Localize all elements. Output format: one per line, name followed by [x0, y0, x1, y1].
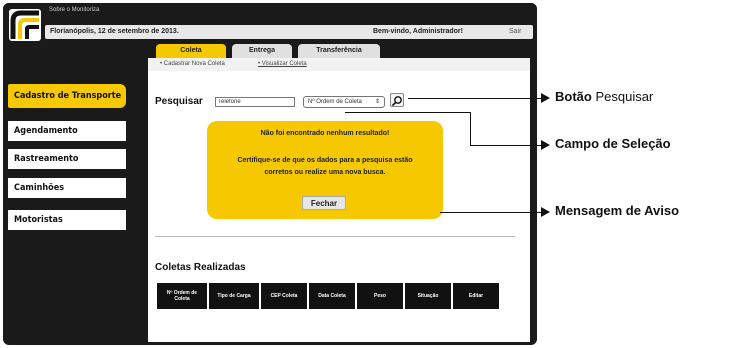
sidebar-item-rastreamento[interactable]: Rastreamento: [8, 149, 126, 169]
select-value: Nº Ordem de Coleta: [308, 99, 362, 105]
logout-link[interactable]: Sair: [509, 28, 521, 35]
warning-message-box: Não foi encontrado nenhum resultado! Cer…: [207, 121, 443, 219]
column-header[interactable]: Editar: [453, 283, 499, 309]
tab-transferencia[interactable]: Transferência: [298, 44, 380, 58]
tab-entrega[interactable]: Entrega: [232, 44, 292, 58]
search-field-select[interactable]: Nº Ordem de Coleta ⇕: [303, 96, 385, 108]
column-header[interactable]: Situação: [405, 283, 451, 309]
search-input[interactable]: [215, 97, 295, 107]
callout-line-warning: [440, 212, 541, 213]
warning-text: Certifique-se de que os dados para a pes…: [237, 157, 413, 176]
sub-navigation: • Cadastrar Nova Coleta • Visualizar Col…: [148, 58, 530, 71]
callout-search-bold: Botão: [555, 89, 592, 104]
sidebar-item-agendamento[interactable]: Agendamento: [8, 121, 126, 141]
results-table: Nº Ordem de Coleta Tipo de Carga CEP Col…: [155, 283, 501, 309]
arrow-right-icon: [541, 140, 550, 150]
sidebar-item-cadastro-transporte[interactable]: Cadastro de Transporte: [8, 84, 126, 108]
close-button[interactable]: Fechar: [302, 196, 346, 210]
table-header-row: Nº Ordem de Coleta Tipo de Carga CEP Col…: [157, 283, 499, 309]
callout-warning-message: Mensagem de Aviso: [555, 203, 679, 218]
callout-vline-select: [470, 112, 471, 145]
column-header[interactable]: Data Coleta: [309, 283, 355, 309]
sidebar-item-motoristas[interactable]: Motoristas: [8, 210, 126, 230]
welcome-message: Bem-vindo, Administrador!: [373, 28, 463, 35]
arrow-right-icon: [541, 93, 550, 103]
callout-warning-bold: Mensagem de Aviso: [555, 203, 680, 218]
callout-select-field: Campo de Seleção: [555, 136, 671, 151]
current-date: Florianópolis, 12 de setembro de 2013.: [50, 28, 179, 35]
sidebar-item-caminhoes[interactable]: Caminhões: [8, 178, 126, 198]
search-label: Pesquisar: [155, 96, 203, 107]
system-name-link[interactable]: Sobre o Monitoriza: [49, 7, 99, 13]
section-divider: [155, 236, 515, 237]
column-header[interactable]: Peso: [357, 283, 403, 309]
subnav-new-collection[interactable]: • Cadastrar Nova Coleta: [160, 61, 225, 67]
date-bar: Florianópolis, 12 de setembro de 2013. B…: [45, 25, 533, 39]
callout-hline-select-top: [345, 112, 471, 113]
subnav-view-collection[interactable]: • Visualizar Coleta: [258, 61, 307, 67]
column-header[interactable]: Nº Ordem de Coleta: [157, 283, 207, 309]
search-button[interactable]: [390, 93, 404, 107]
magnifier-icon: [391, 96, 402, 107]
callout-line-search: [408, 98, 541, 99]
logo-icon: [9, 9, 41, 41]
warning-title: Não foi encontrado nenhum resultado!: [260, 130, 390, 137]
column-header[interactable]: Tipo de Carga: [209, 283, 259, 309]
callout-search-button: Botão Pesquisar: [555, 89, 653, 104]
column-header[interactable]: CEP Coleta: [261, 283, 307, 309]
results-title: Coletas Realizadas: [155, 262, 246, 273]
callout-search-rest: Pesquisar: [591, 89, 654, 104]
callout-select-bold: Campo de Seleção: [555, 136, 671, 151]
select-arrows-icon: ⇕: [374, 99, 380, 105]
top-bar: Sobre o Monitoriza Florianópolis, 12 de …: [3, 3, 537, 43]
callout-line-select: [470, 145, 541, 146]
tab-coleta[interactable]: Coleta: [156, 44, 226, 58]
arrow-right-icon: [541, 207, 550, 217]
